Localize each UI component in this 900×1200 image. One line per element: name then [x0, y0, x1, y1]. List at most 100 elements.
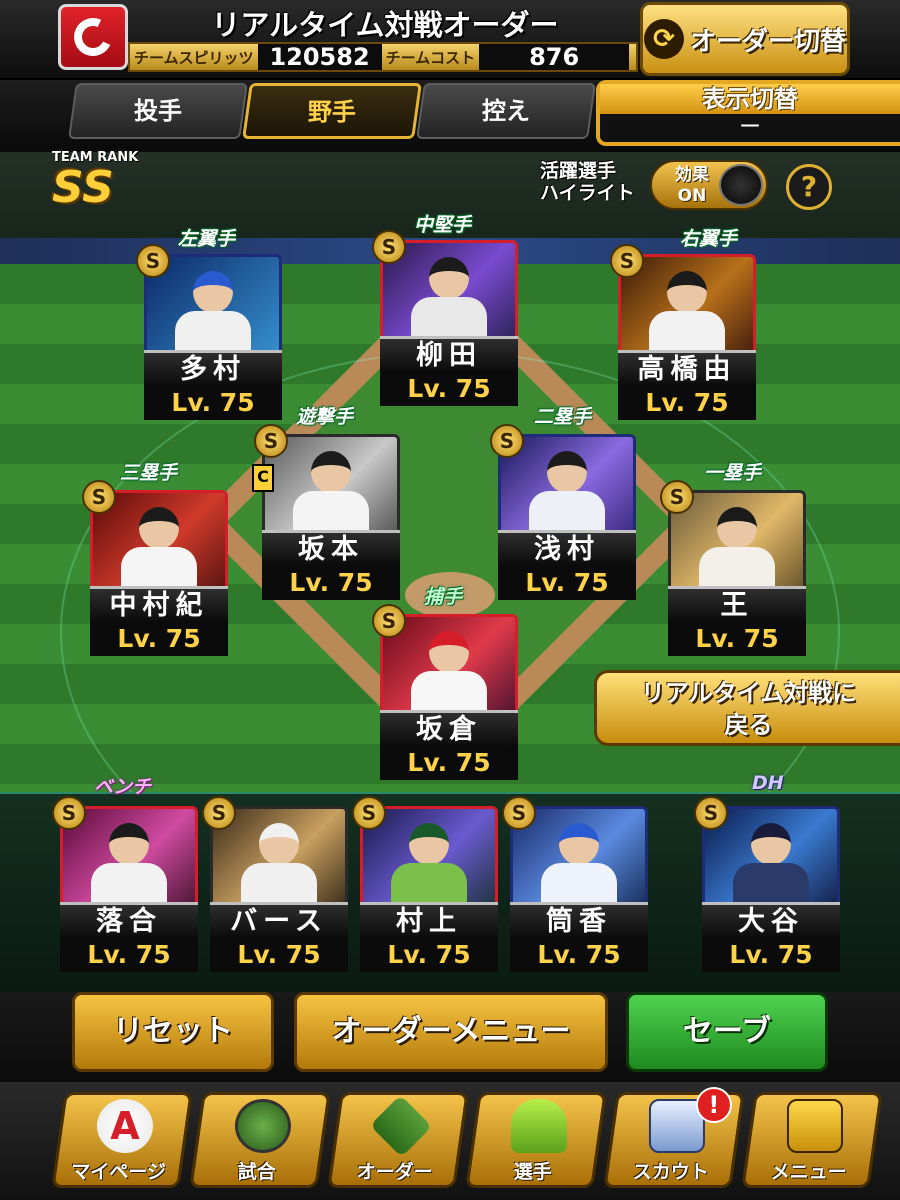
tab-pitcher[interactable]: 投手 — [68, 83, 248, 139]
player-name: 坂倉 — [380, 710, 518, 746]
tab-bar: 投手 野手 控え 表示切替 ー — [0, 80, 900, 152]
position-label-3b: 三塁手 — [120, 462, 178, 484]
display-switch-label: 表示切替 — [600, 84, 900, 114]
order-switch-label: オーダー切替 — [689, 26, 846, 57]
back-to-realtime-button[interactable]: リアルタイム対戦に 戻る — [594, 670, 900, 746]
nav-players[interactable]: 選手 — [465, 1092, 607, 1188]
order-switch-button[interactable]: ⟳ オーダー切替 — [640, 2, 850, 76]
player-level: Lv. 75 — [144, 386, 282, 420]
player-card-ss[interactable]: 坂本 Lv. 75 S C — [252, 424, 400, 602]
rarity-s-icon: S — [52, 796, 86, 830]
menu-box-icon — [786, 1099, 843, 1153]
rarity-s-icon: S — [82, 480, 116, 514]
player-name: 柳田 — [380, 336, 518, 372]
player-level: Lv. 75 — [210, 938, 348, 972]
player-level: Lv. 75 — [380, 372, 518, 406]
player-name: バース — [210, 902, 348, 938]
team-rank-badge: TEAM RANK SS — [52, 150, 162, 216]
position-label-dh: DH — [752, 772, 784, 794]
player-icon — [510, 1099, 567, 1153]
position-label-1b: 一塁手 — [704, 462, 762, 484]
rarity-s-icon: S — [352, 796, 386, 830]
player-name: 高橋由 — [618, 350, 756, 386]
nav-order[interactable]: オーダー — [327, 1092, 469, 1188]
player-card-rf[interactable]: 高橋由 Lv. 75 S — [610, 244, 756, 422]
player-level: Lv. 75 — [262, 566, 400, 600]
nav-game[interactable]: 試合 — [189, 1092, 331, 1188]
player-card-c[interactable]: 坂倉 Lv. 75 S — [372, 604, 518, 782]
position-label-lf: 左翼手 — [178, 228, 236, 250]
player-card-bench-3[interactable]: 村上 Lv. 75 S — [352, 796, 498, 974]
position-label-c: 捕手 — [424, 586, 463, 608]
order-menu-button[interactable]: オーダーメニュー — [294, 992, 608, 1072]
player-level: Lv. 75 — [380, 746, 518, 780]
team-cost-value: 876 — [479, 44, 630, 70]
team-spirit-value: 120582 — [257, 44, 382, 70]
bottom-navigation: A マイページ 試合 オーダー 選手 スカウト ! メニュー — [0, 1082, 900, 1200]
player-card-dh[interactable]: 大谷 Lv. 75 S — [694, 796, 840, 974]
notification-badge: ! — [695, 1087, 732, 1123]
player-level: Lv. 75 — [90, 622, 228, 656]
toggle-knob — [719, 164, 763, 206]
player-card-3b[interactable]: 中村紀 Lv. 75 S — [82, 480, 228, 658]
rarity-s-icon: S — [490, 424, 524, 458]
rarity-s-icon: S — [372, 230, 406, 264]
highlight-label: 活躍選手 ハイライト — [540, 160, 635, 204]
player-name: 中村紀 — [90, 586, 228, 622]
team-stats-bar: チームスピリッツ 120582 チームコスト 876 — [128, 42, 638, 72]
save-button[interactable]: セーブ — [626, 992, 828, 1072]
player-level: Lv. 75 — [702, 938, 840, 972]
player-level: Lv. 75 — [668, 622, 806, 656]
player-level: Lv. 75 — [510, 938, 648, 972]
tab-fielder[interactable]: 野手 — [242, 83, 422, 139]
player-card-2b[interactable]: 浅村 Lv. 75 S — [490, 424, 636, 602]
header-bar: リアルタイム対戦オーダー チームスピリッツ 120582 チームコスト 876 … — [0, 0, 900, 80]
player-name: 村上 — [360, 902, 498, 938]
player-level: Lv. 75 — [360, 938, 498, 972]
team-logo — [58, 4, 128, 70]
stadium-icon — [234, 1099, 291, 1153]
player-name: 落合 — [60, 902, 198, 938]
player-card-lf[interactable]: 多村 Lv. 75 S — [136, 244, 282, 422]
position-label-rf: 右翼手 — [680, 228, 738, 250]
rarity-s-icon: S — [254, 424, 288, 458]
position-label-bench: ベンチ — [94, 776, 152, 798]
page-title: リアルタイム対戦オーダー — [211, 8, 559, 42]
captain-badge: C — [252, 464, 274, 492]
player-level: Lv. 75 — [498, 566, 636, 600]
team-spirit-label: チームスピリッツ — [134, 48, 254, 67]
player-card-bench-4[interactable]: 筒香 Lv. 75 S — [502, 796, 648, 974]
player-card-bench-2[interactable]: バース Lv. 75 S — [202, 796, 348, 974]
player-card-cf[interactable]: 柳田 Lv. 75 S — [372, 230, 518, 408]
rarity-s-icon: S — [136, 244, 170, 278]
player-card-bench-1[interactable]: 落合 Lv. 75 S — [52, 796, 198, 974]
reset-button[interactable]: リセット — [72, 992, 274, 1072]
rarity-s-icon: S — [660, 480, 694, 514]
player-name: 多村 — [144, 350, 282, 386]
tab-reserve[interactable]: 控え — [416, 83, 596, 139]
player-level: Lv. 75 — [618, 386, 756, 420]
player-name: 王 — [668, 586, 806, 622]
effect-toggle[interactable]: 効果 ON — [650, 160, 768, 210]
display-switch-value: ー — [738, 115, 761, 140]
rarity-s-icon: S — [202, 796, 236, 830]
action-bar: リセット オーダーメニュー セーブ — [0, 992, 900, 1082]
nav-menu[interactable]: メニュー — [741, 1092, 883, 1188]
player-card-1b[interactable]: 王 Lv. 75 S — [660, 480, 806, 658]
display-switch-button[interactable]: 表示切替 ー — [596, 80, 900, 146]
player-name: 大谷 — [702, 902, 840, 938]
player-name: 筒香 — [510, 902, 648, 938]
a-badge-icon: A — [96, 1099, 153, 1153]
rarity-s-icon: S — [372, 604, 406, 638]
position-label-2b: 二塁手 — [534, 406, 592, 428]
player-name: 坂本 — [262, 530, 400, 566]
player-level: Lv. 75 — [60, 938, 198, 972]
rarity-s-icon: S — [610, 244, 644, 278]
player-name: 浅村 — [498, 530, 636, 566]
nav-mypage[interactable]: A マイページ — [51, 1092, 193, 1188]
position-label-cf: 中堅手 — [414, 214, 472, 236]
rarity-s-icon: S — [694, 796, 728, 830]
rarity-s-icon: S — [502, 796, 536, 830]
nav-scout[interactable]: スカウト ! — [603, 1087, 745, 1188]
help-button[interactable]: ? — [786, 164, 832, 210]
